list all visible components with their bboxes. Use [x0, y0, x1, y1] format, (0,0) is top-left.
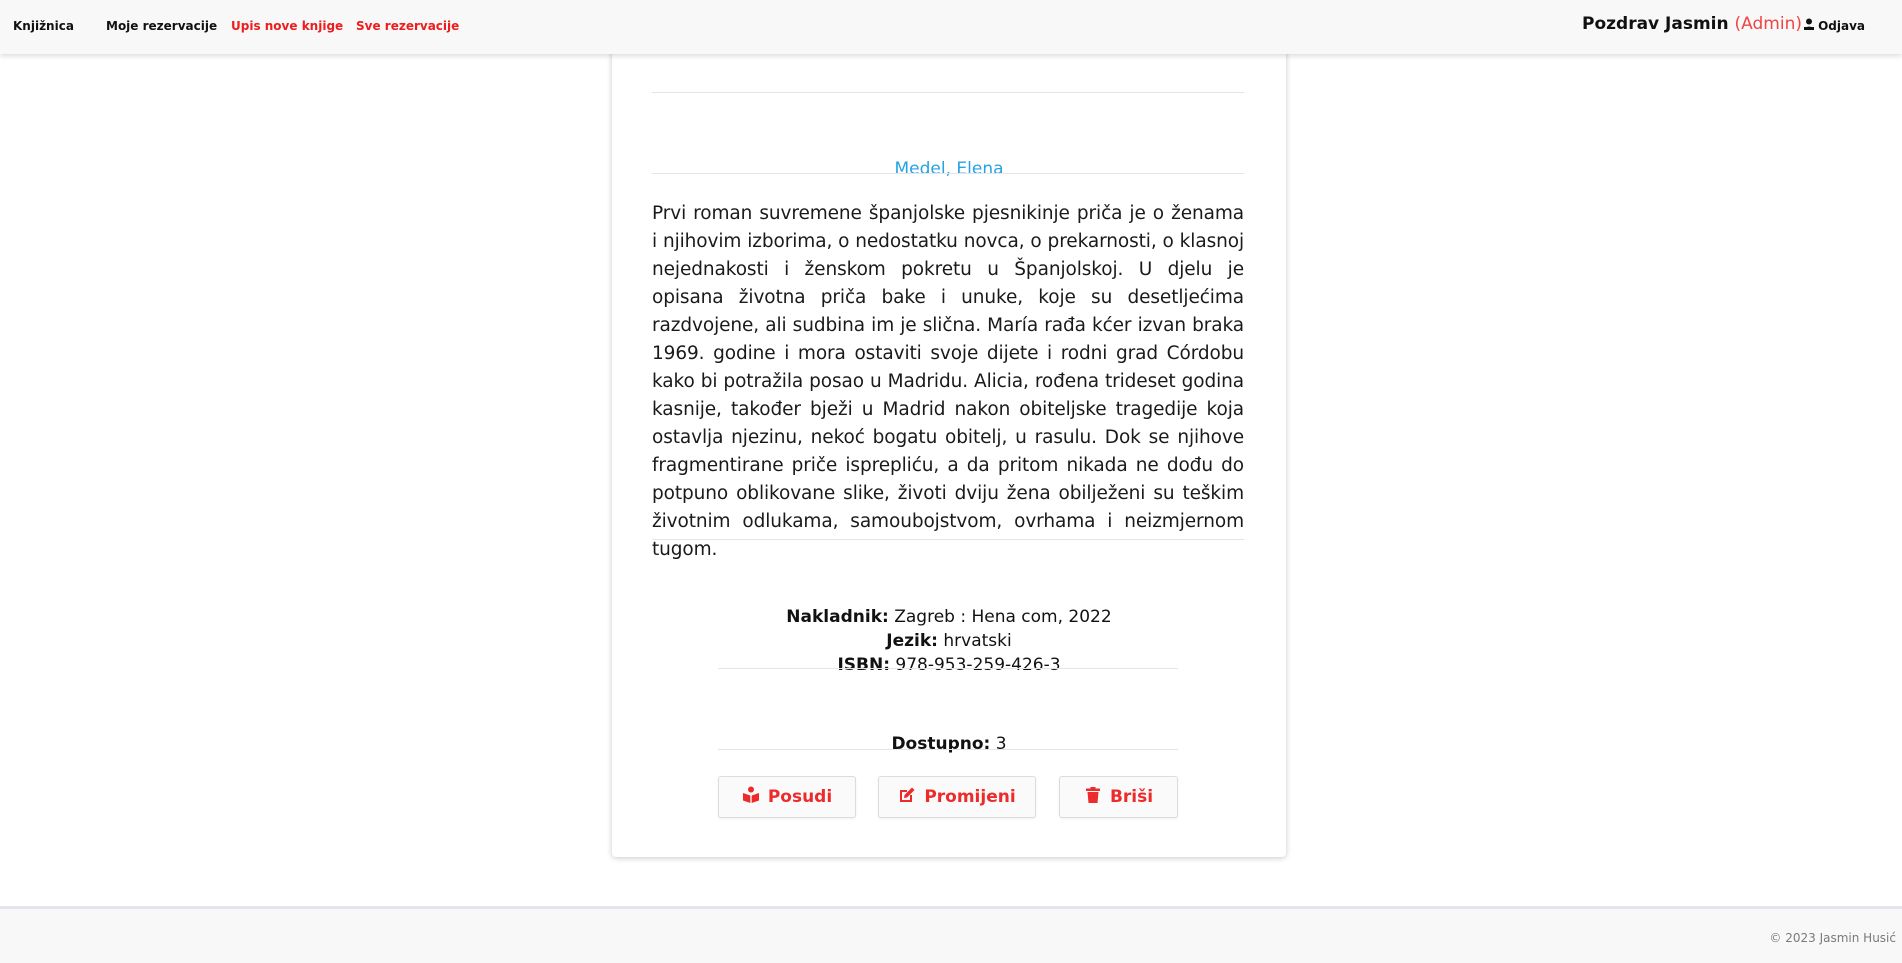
- book-description: Prvi roman suvremene španjolske pjesniki…: [652, 203, 1244, 560]
- edit-icon: [898, 786, 916, 809]
- book-meta: Nakladnik: Zagreb : Hena com, 2022 Jezik…: [612, 605, 1286, 677]
- available-count: 3: [995, 734, 1007, 754]
- nav-brand-link[interactable]: Knjižnica: [13, 19, 74, 33]
- nav-new-book-link[interactable]: Upis nove knjige: [231, 19, 343, 33]
- nav-all-reservations-link[interactable]: Sve rezervacije: [356, 19, 459, 33]
- availability: Dostupno: 3: [612, 734, 1286, 754]
- book-reader-icon: [742, 786, 760, 809]
- borrow-button[interactable]: Posudi: [718, 776, 856, 818]
- delete-label: Briši: [1109, 787, 1154, 807]
- divider: [718, 668, 1178, 669]
- edit-button[interactable]: Promijeni: [878, 776, 1036, 818]
- isbn-row: ISBN: 978-953-259-426-3: [612, 653, 1286, 677]
- divider: [652, 92, 1244, 93]
- divider: [652, 173, 1244, 174]
- logout-link[interactable]: Odjava: [1803, 18, 1865, 33]
- language-value: hrvatski: [943, 631, 1012, 651]
- publisher-row: Nakladnik: Zagreb : Hena com, 2022: [612, 605, 1286, 629]
- top-navbar: Knjižnica Moje rezervacije Upis nove knj…: [0, 0, 1902, 54]
- isbn-value: 978-953-259-426-3: [895, 655, 1061, 675]
- publisher-value: Zagreb : Hena com, 2022: [894, 607, 1112, 627]
- divider: [652, 539, 1244, 540]
- divider: [718, 749, 1178, 750]
- nav-my-reservations-link[interactable]: Moje rezervacije: [106, 19, 217, 33]
- isbn-label: ISBN:: [837, 655, 890, 675]
- available-label: Dostupno:: [891, 734, 991, 754]
- trash-icon: [1084, 786, 1102, 809]
- copyright-text: © 2023 Jasmin Husić: [1769, 931, 1896, 945]
- page-footer: © 2023 Jasmin Husić: [0, 906, 1902, 963]
- user-greeting: Pozdrav Jasmin (Admin): [1582, 14, 1802, 34]
- language-row: Jezik: hrvatski: [612, 629, 1286, 653]
- edit-label: Promijeni: [924, 787, 1016, 807]
- borrow-label: Posudi: [767, 787, 833, 807]
- book-author[interactable]: Medel, Elena: [612, 159, 1286, 179]
- role-badge: (Admin): [1734, 14, 1802, 34]
- logout-label: Odjava: [1818, 18, 1865, 33]
- language-label: Jezik:: [886, 631, 938, 651]
- greeting-text: Pozdrav Jasmin: [1582, 14, 1729, 34]
- user-icon: [1803, 18, 1815, 33]
- publisher-label: Nakladnik:: [786, 607, 889, 627]
- book-detail-card: Medel, Elena Prvi roman suvremene španjo…: [612, 40, 1286, 857]
- delete-button[interactable]: Briši: [1059, 776, 1178, 818]
